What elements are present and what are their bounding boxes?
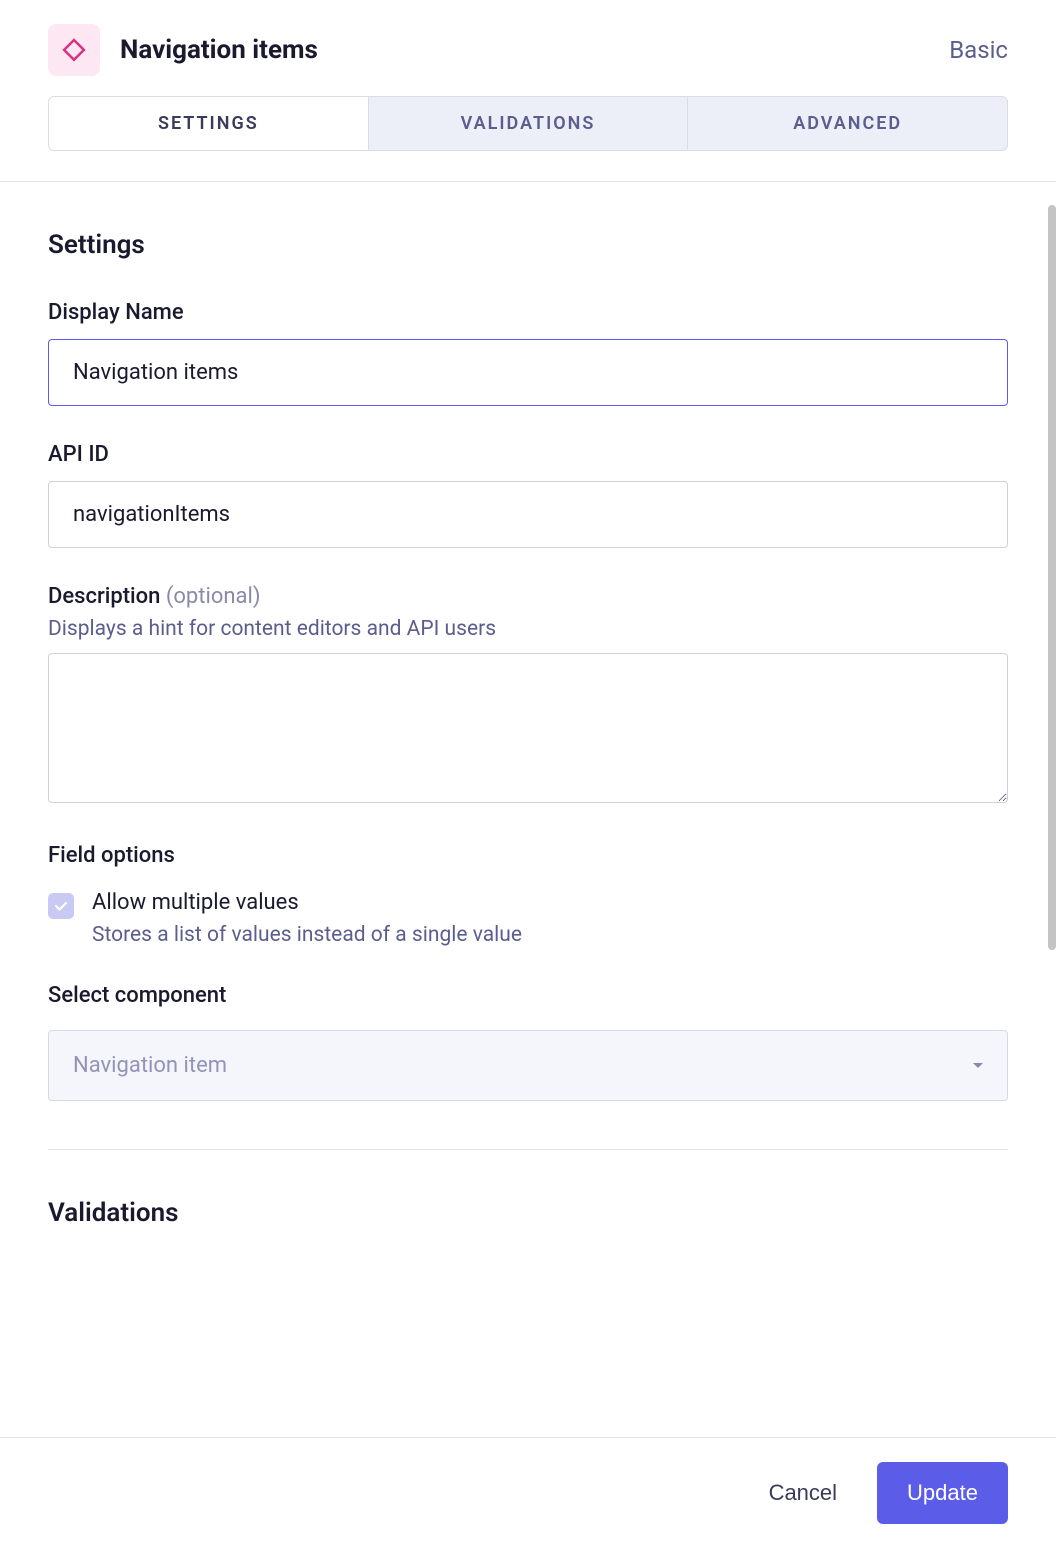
api-id-label: API ID <box>48 442 1008 467</box>
tab-settings[interactable]: SETTINGS <box>49 97 369 150</box>
section-settings-title: Settings <box>48 230 1008 260</box>
section-divider <box>48 1149 1008 1150</box>
header-left: Navigation items <box>48 24 318 76</box>
description-label-text: Description <box>48 584 160 609</box>
component-icon <box>48 24 100 76</box>
tab-advanced[interactable]: ADVANCED <box>688 97 1007 150</box>
modal-footer: Cancel Update <box>0 1437 1056 1548</box>
allow-multiple-help: Stores a list of values instead of a sin… <box>92 923 522 947</box>
modal-header: Navigation items Basic <box>0 0 1056 96</box>
description-optional-tag: (optional) <box>166 584 261 609</box>
api-id-input[interactable] <box>48 481 1008 548</box>
tab-validations[interactable]: VALIDATIONS <box>369 97 689 150</box>
select-component-dropdown[interactable]: Navigation item <box>48 1030 1008 1101</box>
section-validations-title: Validations <box>48 1198 1008 1228</box>
check-icon <box>53 898 69 914</box>
allow-multiple-text: Allow multiple values Stores a list of v… <box>92 890 522 947</box>
field-display-name: Display Name <box>48 300 1008 406</box>
allow-multiple-row: Allow multiple values Stores a list of v… <box>48 890 1008 947</box>
field-type-badge: Basic <box>949 36 1008 64</box>
chevron-down-icon <box>973 1063 983 1068</box>
field-api-id: API ID <box>48 442 1008 548</box>
page-title: Navigation items <box>120 35 318 65</box>
display-name-input[interactable] <box>48 339 1008 406</box>
field-options-heading: Field options <box>48 843 1008 868</box>
description-label: Description (optional) <box>48 584 1008 609</box>
allow-multiple-checkbox[interactable] <box>48 893 74 919</box>
description-hint: Displays a hint for content editors and … <box>48 617 1008 641</box>
select-component-value: Navigation item <box>73 1053 227 1078</box>
allow-multiple-label: Allow multiple values <box>92 890 522 915</box>
diamond-icon <box>62 38 86 62</box>
select-component-heading: Select component <box>48 983 1008 1008</box>
field-description: Description (optional) Displays a hint f… <box>48 584 1008 807</box>
update-button[interactable]: Update <box>877 1462 1008 1524</box>
display-name-label: Display Name <box>48 300 1008 325</box>
description-input[interactable] <box>48 653 1008 803</box>
settings-panel: Settings Display Name API ID Description… <box>0 182 1056 1268</box>
cancel-button[interactable]: Cancel <box>765 1466 841 1520</box>
tab-bar: SETTINGS VALIDATIONS ADVANCED <box>48 96 1008 151</box>
